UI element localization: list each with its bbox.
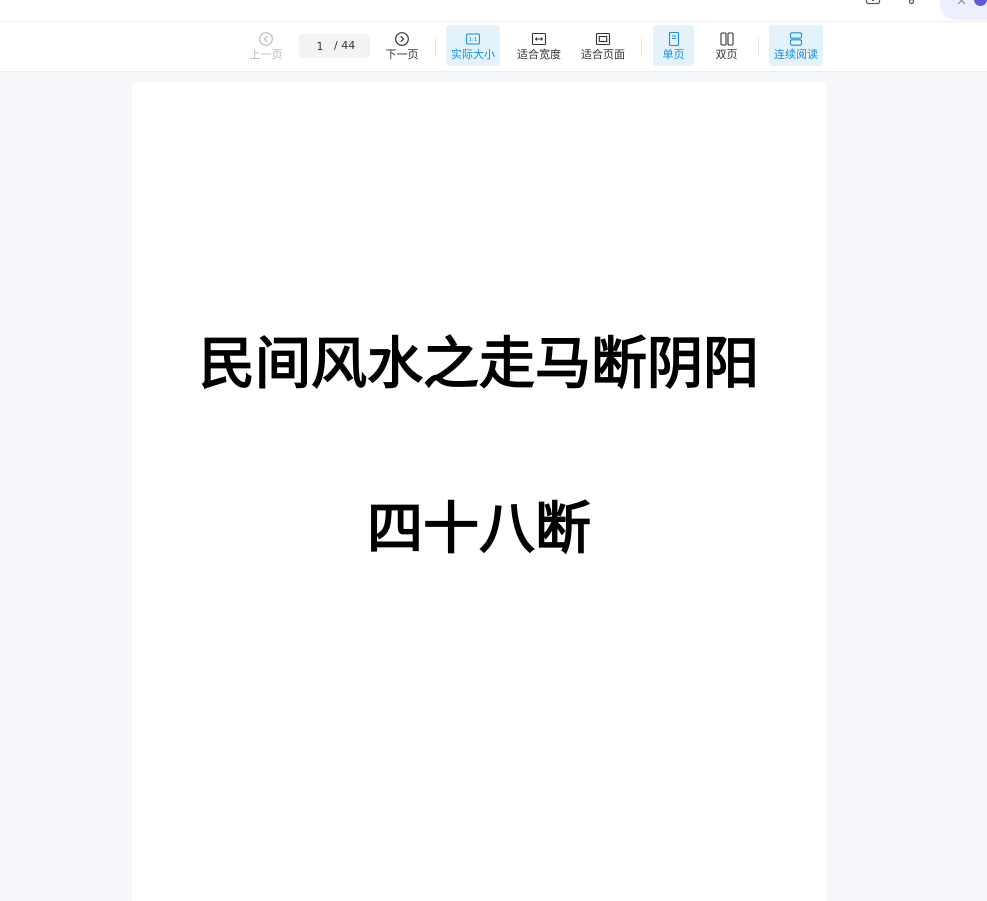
page-indicator: / 44 [299,34,370,58]
fit-page-icon [595,32,611,46]
assistant-avatar[interactable] [974,0,987,6]
chevron-left-circle-icon [258,32,274,46]
fit-width-button[interactable]: 适合宽度 [512,25,566,66]
single-page-button[interactable]: 单页 [653,25,694,66]
fit-page-button[interactable]: 适合页面 [576,25,630,66]
fit-width-label: 适合宽度 [517,48,561,61]
document-subtitle: 四十八断 [367,497,591,562]
toolbar-separator [758,38,759,56]
continuous-scroll-button[interactable]: 连续阅读 [769,25,823,66]
prev-page-label: 上一页 [249,48,283,61]
next-page-label: 下一页 [385,48,419,61]
single-page-icon [666,31,682,47]
single-page-label: 单页 [662,48,685,61]
double-page-label: 双页 [715,48,738,61]
continuous-scroll-label: 连续阅读 [774,48,818,61]
share-icon[interactable] [900,0,916,5]
page-total: / 44 [334,39,356,52]
app-header [0,0,987,22]
double-page-button[interactable]: 双页 [706,25,747,66]
fit-page-label: 适合页面 [581,48,625,61]
actual-size-icon-text: 1:1 [469,37,478,43]
actual-size-icon: 1:1 [465,32,481,46]
page-number-input[interactable] [305,37,335,55]
close-icon[interactable] [957,0,966,5]
actual-size-label: 实际大小 [451,48,495,61]
assistant-button[interactable] [940,0,987,20]
fit-width-icon [531,32,547,46]
document-page: 民间风水之走马断阴阳 四十八断 [132,82,826,901]
toolbar-separator [641,38,642,56]
screen-icon[interactable] [865,0,881,5]
prev-page-button[interactable]: 上一页 [246,25,286,66]
next-page-button[interactable]: 下一页 [382,25,422,66]
viewer-toolbar: 上一页 / 44 下一页 1:1 实际大小 [0,22,987,72]
toolbar-separator [435,38,436,56]
document-title: 民间风水之走马断阴阳 [199,332,759,397]
document-viewer[interactable]: 民间风水之走马断阴阳 四十八断 [0,72,987,901]
chevron-right-circle-icon [394,32,410,46]
double-page-icon [719,32,735,46]
continuous-scroll-icon [788,32,804,46]
actual-size-button[interactable]: 1:1 实际大小 [446,25,500,66]
